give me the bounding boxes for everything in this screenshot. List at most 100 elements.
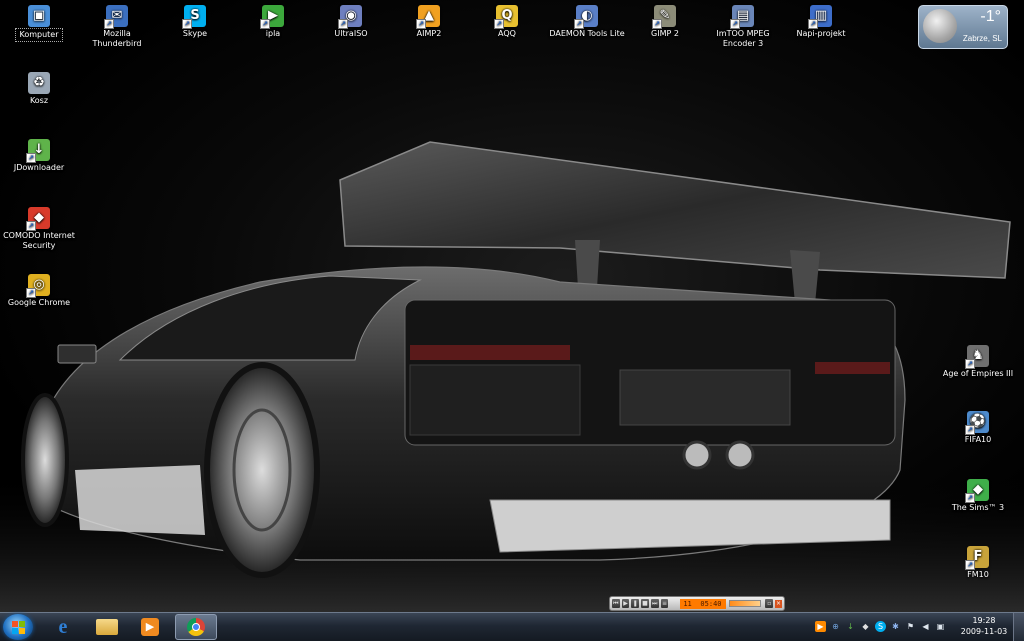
desktop-icon-chrome[interactable]: ◎ ↗ Google Chrome	[1, 274, 77, 308]
desktop-icon-aqq[interactable]: Q ↗ AQQ	[469, 5, 545, 39]
desktop-icon-label: FIFA10	[964, 435, 992, 444]
desktop-icon-label: Skype	[182, 29, 208, 38]
volume-slider[interactable]	[728, 600, 762, 607]
desktop-icon-label: Google Chrome	[7, 298, 71, 307]
stop-icon[interactable]: ■	[641, 599, 649, 608]
sims3-icon: ◆ ↗	[965, 479, 989, 503]
desktop-icon-label: AIMP2	[416, 29, 442, 38]
skype-icon: S ↗	[182, 5, 206, 29]
sports-car-wallpaper-image	[0, 141, 1024, 612]
desktop-icon-label: Kosz	[29, 96, 49, 105]
windows-logo-icon	[12, 621, 18, 627]
playback-time: 05:40	[700, 599, 722, 608]
ultraiso-icon: ◉ ↗	[338, 5, 362, 29]
desktop-icon-imtoo[interactable]: ▤ ↗ ImTOO MPEG Encoder 3	[705, 5, 781, 49]
desktop-icon-aimp2[interactable]: ▲ ↗ AIMP2	[391, 5, 467, 39]
play-icon[interactable]: ▶	[621, 599, 630, 608]
recycle-bin-icon: ♻	[28, 72, 50, 94]
desktop-icon-label: DAEMON Tools Lite	[549, 29, 625, 38]
taskbar-clock[interactable]: 19:28 2009-11-03	[958, 615, 1010, 637]
desktop-icon-label: GIMP 2	[651, 29, 679, 38]
taskbar-explorer-button[interactable]	[88, 614, 126, 640]
fm10-icon: F ↗	[965, 546, 989, 570]
desktop-icon-label: JDownloader	[13, 163, 65, 172]
track-number: 11	[683, 599, 692, 608]
media-mini-player: ⏮ ▶ ❚ ■ ⏭ ≡ 11 05:40 ▫ ×	[609, 596, 785, 611]
action-center-flag-icon[interactable]: ⚑	[905, 621, 916, 632]
taskbar-media-player-button[interactable]: ▶	[131, 614, 169, 640]
aimp-icon: ▲ ↗	[416, 5, 440, 29]
clock-date: 2009-11-03	[960, 627, 1008, 636]
ipla-icon: ▶ ↗	[260, 5, 284, 29]
weather-gadget[interactable]: -1° Zabrze, SL	[918, 5, 1008, 49]
fifa10-icon: ⚽ ↗	[965, 411, 989, 435]
close-icon[interactable]: ×	[775, 599, 782, 608]
volume-icon[interactable]: ◀	[920, 621, 931, 632]
bluetooth-tray-icon[interactable]: ✱	[890, 621, 901, 632]
previous-icon[interactable]: ⏮	[612, 599, 620, 608]
weather-location: Zabrze, SL	[962, 34, 1002, 43]
taskbar-chrome-button[interactable]	[175, 614, 217, 640]
desktop-icon-label: ImTOO MPEG Encoder 3	[716, 29, 770, 48]
desktop-icon-label: Mozilla Thunderbird	[92, 29, 142, 48]
desktop-icon-sims3[interactable]: ◆ ↗ The Sims™ 3	[940, 479, 1016, 513]
desktop-icon-comodo[interactable]: ◆ ↗ COMODO Internet Security	[1, 207, 77, 251]
start-button[interactable]	[3, 614, 33, 640]
next-icon[interactable]: ⏭	[650, 599, 659, 608]
desktop-icon-label: COMODO Internet Security	[3, 231, 75, 250]
desktop-icon-ultraiso[interactable]: ◉ ↗ UltraISO	[313, 5, 389, 39]
desktop-icon-gimp[interactable]: ✎ ↗ GIMP 2	[627, 5, 703, 39]
chrome-taskbar-icon	[187, 618, 205, 636]
desktop-icon-label: UltraISO	[334, 29, 368, 38]
desktop-icon-computer[interactable]: ▣ Komputer	[1, 5, 77, 42]
desktop-icon-thunderbird[interactable]: ✉ ↗ Mozilla Thunderbird	[79, 5, 155, 49]
daemon-tools-icon: ◐ ↗	[574, 5, 598, 29]
desktop-icon-label: AQQ	[498, 29, 516, 38]
desktop-icon-label: FM10	[967, 570, 989, 579]
desktop-icon-age-of-empires[interactable]: ♞ ↗ Age of Empires III	[940, 345, 1016, 379]
shield-tray-icon[interactable]: ◆	[860, 621, 871, 632]
clock-time: 19:28	[972, 616, 996, 625]
jdownloader-icon: ↓ ↗	[26, 139, 50, 163]
desktop-icon-napi-projekt[interactable]: ▥ ↗ Napi-projekt	[783, 5, 859, 39]
player-display: 11 05:40	[680, 598, 726, 609]
moon-icon	[923, 9, 957, 43]
desktop-icon-recycle-bin[interactable]: ♻ Kosz	[1, 72, 77, 106]
taskbar: e ▶ ▶ ⊕ ↓ ◆ S ✱ ⚑ ◀ ▣ 19:28 2009-11-03	[0, 612, 1024, 641]
desktop-icon-skype[interactable]: S ↗ Skype	[157, 5, 233, 39]
skype-tray-icon[interactable]: S	[875, 621, 886, 632]
desktop-wallpaper	[0, 0, 1024, 612]
system-tray: ▶ ⊕ ↓ ◆ S ✱ ⚑ ◀ ▣	[815, 621, 946, 632]
desktop-icon-label: ipla	[265, 29, 281, 38]
network-icon[interactable]: ▣	[935, 621, 946, 632]
restore-icon[interactable]: ▫	[765, 599, 774, 608]
desktop-icon-ipla[interactable]: ▶ ↗ ipla	[235, 5, 311, 39]
imtoo-icon: ▤ ↗	[730, 5, 754, 29]
desktop-icon-label: Napi-projekt	[796, 29, 846, 38]
media-player-icon: ▶	[141, 618, 159, 636]
internet-explorer-icon: e	[58, 615, 68, 638]
pause-icon[interactable]: ❚	[631, 599, 640, 608]
desktop-icon-label: Age of Empires III	[942, 369, 1014, 378]
desktop-icon-label: The Sims™ 3	[951, 503, 1005, 512]
desktop-icon-label: Komputer	[15, 28, 63, 42]
aqq-icon: Q ↗	[494, 5, 518, 29]
explorer-folder-icon	[96, 619, 118, 635]
comodo-icon: ◆ ↗	[26, 207, 50, 231]
desktop-icon-jdownloader[interactable]: ↓ ↗ JDownloader	[1, 139, 77, 173]
desktop-icon-fifa10[interactable]: ⚽ ↗ FIFA10	[940, 411, 1016, 445]
menu-icon[interactable]: ≡	[660, 599, 669, 608]
network-search-icon[interactable]: ⊕	[830, 621, 841, 632]
weather-temperature: -1°	[980, 8, 1001, 25]
taskbar-ie-button[interactable]: e	[44, 614, 82, 640]
show-desktop-button[interactable]	[1013, 613, 1024, 641]
thunderbird-icon: ✉ ↗	[104, 5, 128, 29]
update-tray-icon[interactable]: ↓	[845, 621, 856, 632]
desktop-icon-fm10[interactable]: F ↗ FM10	[940, 546, 1016, 580]
chrome-icon: ◎ ↗	[26, 274, 50, 298]
gimp-icon: ✎ ↗	[652, 5, 676, 29]
computer-icon: ▣	[28, 5, 50, 27]
napi-projekt-icon: ▥ ↗	[808, 5, 832, 29]
desktop-icon-daemon-tools[interactable]: ◐ ↗ DAEMON Tools Lite	[547, 5, 627, 39]
aimp-tray-icon[interactable]: ▶	[815, 621, 826, 632]
